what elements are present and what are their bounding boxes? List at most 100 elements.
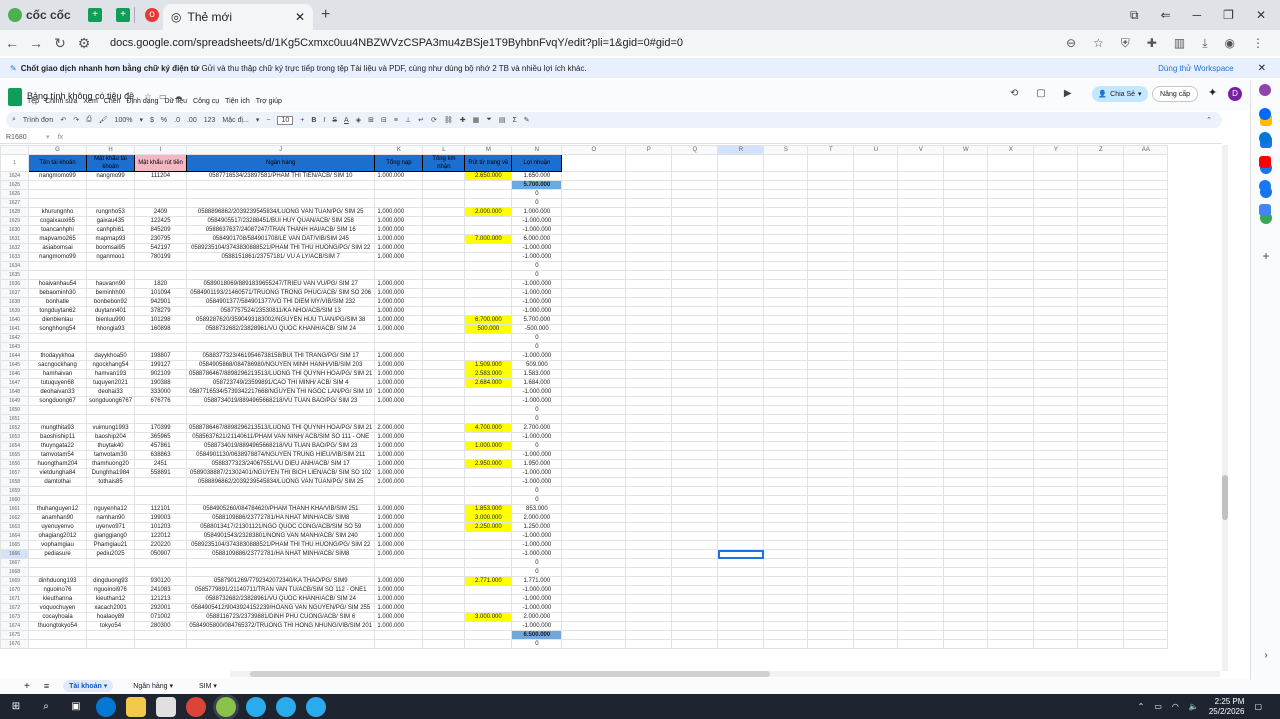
empty-cell[interactable]: [671, 270, 719, 280]
empty-cell[interactable]: [1033, 441, 1079, 451]
empty-cell[interactable]: [897, 297, 945, 307]
empty-cell[interactable]: [853, 630, 899, 640]
empty-cell[interactable]: [1123, 351, 1169, 361]
clock[interactable]: 2:25 PM 25/2/2026: [1209, 697, 1245, 717]
empty-cell[interactable]: [897, 234, 945, 244]
cell-total-deposit[interactable]: 1.000.000: [374, 612, 424, 622]
cell-total-promo[interactable]: [422, 603, 466, 613]
empty-cell[interactable]: [987, 486, 1035, 496]
row-header[interactable]: 1634: [0, 261, 29, 271]
cell-bank[interactable]: 0584901708/584901708/LE VAN DAT/VIB/SIM …: [186, 234, 376, 244]
empty-cell[interactable]: [897, 558, 945, 568]
extensions-icon[interactable]: ✚: [1147, 36, 1157, 51]
cell-profit[interactable]: 1.950.000: [511, 459, 563, 469]
cell-account[interactable]: thuongtokyo54: [28, 621, 87, 631]
cell-withdraw[interactable]: [464, 297, 513, 307]
empty-cell[interactable]: [943, 360, 989, 370]
empty-cell[interactable]: [987, 225, 1035, 235]
row-header[interactable]: 1662: [0, 513, 29, 523]
cell-total-promo[interactable]: [422, 432, 466, 442]
empty-cell[interactable]: [763, 594, 809, 604]
empty-cell[interactable]: [763, 252, 809, 262]
empty-cell[interactable]: [943, 180, 989, 190]
browser-brand[interactable]: cốc cốc: [0, 8, 78, 22]
empty-cell[interactable]: [1123, 306, 1169, 316]
spreadsheet-grid[interactable]: G H I J K L M N O P Q R S T U V W X Y Z AA 1 Tên tài khoản Mật …: [0, 145, 1222, 671]
cell-password[interactable]: nguoinoi976: [85, 585, 136, 595]
cell-withdraw[interactable]: [464, 486, 513, 496]
empty-cell[interactable]: [987, 216, 1035, 226]
empty-cell[interactable]: [671, 468, 719, 478]
empty-cell[interactable]: [1033, 612, 1079, 622]
cell-withdraw-password[interactable]: 071002: [134, 612, 188, 622]
cell-account[interactable]: [28, 495, 87, 505]
cell-total-promo[interactable]: [422, 594, 466, 604]
empty-cell[interactable]: [897, 270, 945, 280]
empty-cell[interactable]: [853, 621, 899, 631]
empty-cell[interactable]: [853, 333, 899, 343]
empty-cell[interactable]: [1077, 171, 1125, 181]
empty-cell[interactable]: [717, 621, 765, 631]
row-header[interactable]: 1640: [0, 315, 29, 325]
row-header[interactable]: 1658: [0, 477, 29, 487]
empty-cell[interactable]: [717, 261, 765, 271]
cell-withdraw-password[interactable]: 190388: [134, 378, 188, 388]
cell-withdraw[interactable]: [464, 198, 513, 208]
empty-cell[interactable]: [943, 252, 989, 262]
cell-total-promo[interactable]: [422, 576, 466, 586]
empty-cell[interactable]: [853, 288, 899, 298]
empty-cell[interactable]: [561, 441, 627, 451]
pinned-tab-red[interactable]: o: [141, 4, 163, 26]
cell-account[interactable]: nangmomo99: [28, 171, 87, 181]
empty-cell[interactable]: [671, 387, 719, 397]
cell-withdraw-password[interactable]: [134, 333, 188, 343]
cell-withdraw-password[interactable]: 902109: [134, 369, 188, 379]
empty-cell[interactable]: [987, 324, 1035, 334]
cell-total-deposit[interactable]: 1.000.000: [374, 351, 424, 361]
empty-cell[interactable]: [1077, 270, 1125, 280]
cell-total-deposit[interactable]: 1.000.000: [374, 441, 424, 451]
cell-withdraw[interactable]: 500.000: [464, 324, 513, 334]
empty-cell[interactable]: [1033, 558, 1079, 568]
cell-total-promo[interactable]: [422, 414, 466, 424]
empty-cell[interactable]: [1077, 477, 1125, 487]
row-header[interactable]: 1674: [0, 621, 29, 631]
empty-cell[interactable]: [853, 216, 899, 226]
cell-total-deposit[interactable]: 1.000.000: [374, 594, 424, 604]
download-icon[interactable]: ⤓: [1202, 36, 1207, 51]
empty-cell[interactable]: [763, 576, 809, 586]
empty-cell[interactable]: [763, 585, 809, 595]
row-header[interactable]: 1660: [0, 495, 29, 505]
bookmark-star-icon[interactable]: ☆: [1093, 36, 1104, 51]
forward-icon[interactable]: →: [24, 35, 48, 51]
empty-cell[interactable]: [763, 369, 809, 379]
empty-cell[interactable]: [1033, 396, 1079, 406]
cell-total-promo[interactable]: [422, 477, 466, 487]
cell-withdraw[interactable]: [464, 621, 513, 631]
empty-cell[interactable]: [943, 423, 989, 433]
empty-cell[interactable]: [561, 243, 627, 253]
empty-cell[interactable]: [1077, 522, 1125, 532]
empty-cell[interactable]: [1077, 540, 1125, 550]
empty-cell[interactable]: [671, 234, 719, 244]
empty-cell[interactable]: [763, 621, 809, 631]
empty-cell[interactable]: [897, 351, 945, 361]
empty-cell[interactable]: [897, 252, 945, 262]
empty-cell[interactable]: [763, 450, 809, 460]
empty-cell[interactable]: [717, 639, 765, 649]
empty-cell[interactable]: [717, 612, 765, 622]
empty-cell[interactable]: [1077, 450, 1125, 460]
cell-password[interactable]: tothais85: [85, 477, 136, 487]
cell-total-promo[interactable]: [422, 630, 466, 640]
empty-cell[interactable]: [897, 423, 945, 433]
empty-cell[interactable]: [897, 450, 945, 460]
empty-cell[interactable]: [1077, 189, 1125, 199]
cell-bank[interactable]: 0584901130/0638978874/NGUYEN TRUNG HIEU/…: [186, 450, 376, 460]
empty-cell[interactable]: [943, 558, 989, 568]
empty-cell[interactable]: [987, 441, 1035, 451]
empty-cell[interactable]: [671, 594, 719, 604]
cell-bank[interactable]: [186, 495, 376, 505]
strikethrough-icon[interactable]: S: [332, 117, 337, 124]
empty-cell[interactable]: [717, 180, 765, 190]
empty-cell[interactable]: [763, 225, 809, 235]
